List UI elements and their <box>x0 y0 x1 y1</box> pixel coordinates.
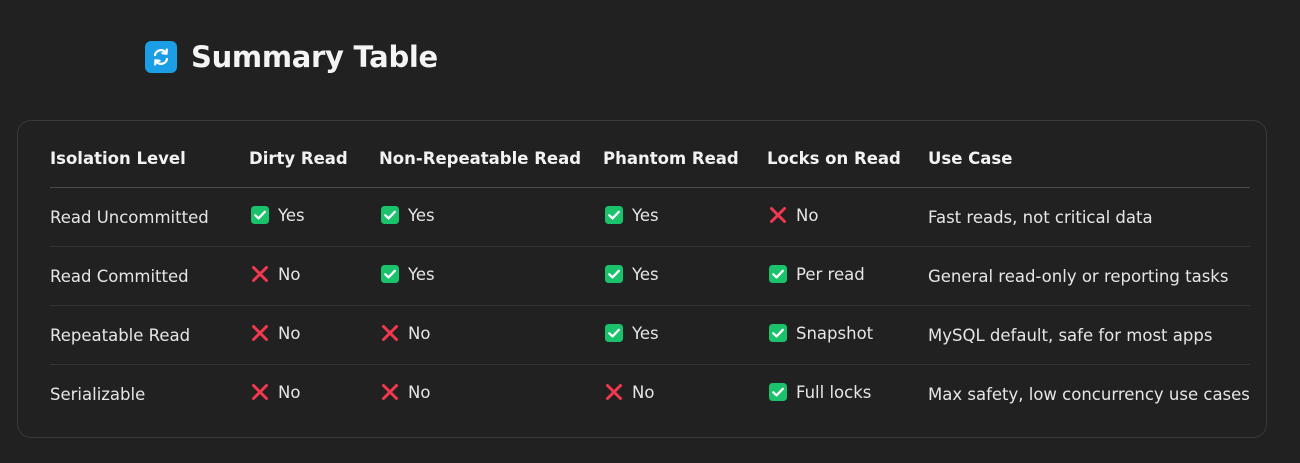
non-repeatable-read-cell: No <box>379 305 603 365</box>
check-mark-icon <box>605 206 623 225</box>
phantom-read-value: Yes <box>603 324 659 343</box>
locks-on-read-value: No <box>767 206 818 225</box>
non-repeatable-read-text: No <box>408 382 431 402</box>
section-heading: Summary Table <box>145 40 438 74</box>
page-title: Summary Table <box>191 40 438 74</box>
check-mark-icon <box>605 324 623 343</box>
locks-on-read-value: Snapshot <box>767 324 873 343</box>
phantom-read-text: Yes <box>632 205 659 225</box>
check-mark-icon <box>605 265 623 284</box>
phantom-read-text: Yes <box>632 323 659 343</box>
isolation-level-cell: Read Committed <box>50 246 249 306</box>
non-repeatable-read-cell: No <box>379 365 603 424</box>
locks-on-read-text: Per read <box>796 264 865 284</box>
header-phantom-read: Phantom Read <box>603 129 767 188</box>
locks-on-read-value: Per read <box>767 265 865 284</box>
phantom-read-value: Yes <box>603 265 659 284</box>
non-repeatable-read-text: Yes <box>408 205 435 225</box>
check-mark-icon <box>381 206 399 225</box>
use-case-cell: General read-only or reporting tasks <box>928 246 1250 306</box>
table-row: Read Uncommitted Yes Yes Yes No Fast reads, n… <box>50 187 1250 247</box>
use-case-cell: MySQL default, safe for most apps <box>928 305 1250 365</box>
header-isolation-level: Isolation Level <box>50 129 249 188</box>
non-repeatable-read-cell: Yes <box>379 187 603 247</box>
check-mark-icon <box>769 265 787 284</box>
locks-on-read-text: Full locks <box>796 382 872 402</box>
phantom-read-cell: Yes <box>603 305 767 365</box>
check-mark-icon <box>251 206 269 225</box>
dirty-read-cell: No <box>249 365 379 424</box>
header-dirty-read: Dirty Read <box>249 129 379 188</box>
dirty-read-value: No <box>249 265 300 284</box>
cross-mark-icon <box>605 383 623 401</box>
refresh-arrows-icon <box>145 41 177 73</box>
phantom-read-value: No <box>603 383 654 402</box>
phantom-read-value: Yes <box>603 206 659 225</box>
dirty-read-cell: Yes <box>249 187 379 247</box>
cross-mark-icon <box>251 324 269 342</box>
cross-mark-icon <box>251 383 269 401</box>
non-repeatable-read-value: No <box>379 324 430 343</box>
cross-mark-icon <box>381 324 399 342</box>
locks-on-read-cell: Snapshot <box>767 305 928 365</box>
dirty-read-value: No <box>249 383 300 402</box>
cross-mark-icon <box>381 383 399 401</box>
non-repeatable-read-value: No <box>379 383 430 402</box>
header-use-case: Use Case <box>928 129 1250 188</box>
isolation-level-cell: Read Uncommitted <box>50 187 249 247</box>
header-locks-on-read: Locks on Read <box>767 129 928 188</box>
dirty-read-value: Yes <box>249 206 305 225</box>
table-row: Repeatable Read No No Yes Snapshot MySQL defa… <box>50 305 1250 365</box>
non-repeatable-read-cell: Yes <box>379 246 603 306</box>
phantom-read-cell: No <box>603 365 767 424</box>
dirty-read-text: No <box>278 323 301 343</box>
locks-on-read-text: No <box>796 205 819 225</box>
locks-on-read-cell: Per read <box>767 246 928 306</box>
non-repeatable-read-text: Yes <box>408 264 435 284</box>
cross-mark-icon <box>251 265 269 283</box>
locks-on-read-cell: Full locks <box>767 365 928 424</box>
phantom-read-cell: Yes <box>603 246 767 306</box>
dirty-read-cell: No <box>249 305 379 365</box>
phantom-read-text: Yes <box>632 264 659 284</box>
non-repeatable-read-value: Yes <box>379 265 435 284</box>
table-row: Serializable No No No Full locks Max safety, … <box>50 365 1250 424</box>
locks-on-read-value: Full locks <box>767 383 871 402</box>
isolation-level-cell: Serializable <box>50 384 146 404</box>
use-case-cell: Fast reads, not critical data <box>928 187 1250 247</box>
use-case-cell: Max safety, low concurrency use cases <box>928 384 1250 404</box>
phantom-read-text: No <box>632 382 655 402</box>
dirty-read-value: No <box>249 324 300 343</box>
locks-on-read-cell: No <box>767 187 928 247</box>
locks-on-read-text: Snapshot <box>796 323 874 343</box>
non-repeatable-read-value: Yes <box>379 206 435 225</box>
dirty-read-text: Yes <box>278 205 305 225</box>
summary-table: Isolation Level Dirty Read Non-Repeatabl… <box>50 129 1250 423</box>
check-mark-icon <box>381 265 399 284</box>
table-header-row: Isolation Level Dirty Read Non-Repeatabl… <box>50 129 1250 188</box>
header-non-repeatable-read: Non-Repeatable Read <box>379 129 603 188</box>
dirty-read-text: No <box>278 382 301 402</box>
check-mark-icon <box>769 383 787 402</box>
dirty-read-text: No <box>278 264 301 284</box>
check-mark-icon <box>769 324 787 343</box>
phantom-read-cell: Yes <box>603 187 767 247</box>
table-row: Read Committed No Yes Yes Per read General re… <box>50 246 1250 306</box>
summary-table-card: Isolation Level Dirty Read Non-Repeatabl… <box>17 120 1267 438</box>
cross-mark-icon <box>769 206 787 224</box>
non-repeatable-read-text: No <box>408 323 431 343</box>
dirty-read-cell: No <box>249 246 379 306</box>
isolation-level-cell: Repeatable Read <box>50 305 249 365</box>
